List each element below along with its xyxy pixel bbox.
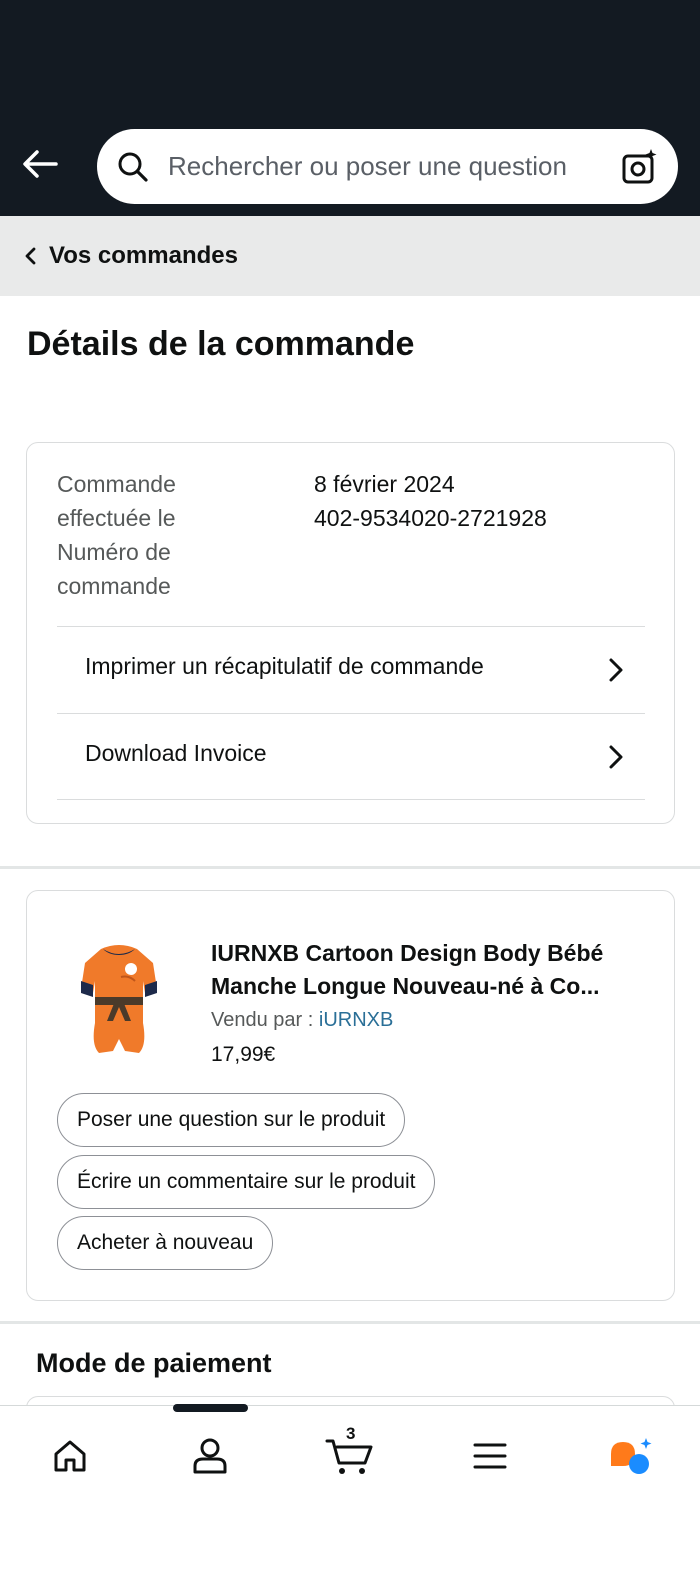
back-button[interactable]	[20, 144, 60, 184]
ask-question-button[interactable]: Poser une question sur le produit	[57, 1093, 406, 1147]
search-bar[interactable]: Rechercher ou poser une question	[97, 129, 678, 204]
nav-account[interactable]	[180, 1426, 240, 1486]
order-info-values: 8 février 2024 402-9534020-2721928	[314, 467, 547, 535]
chevron-right-icon	[609, 658, 623, 682]
breadcrumb[interactable]: Vos commandes	[0, 216, 700, 296]
chevron-left-icon	[25, 247, 36, 265]
divider	[57, 799, 645, 800]
menu-icon	[473, 1443, 507, 1469]
print-summary-label: Imprimer un récapitulatif de commande	[85, 653, 484, 679]
product-title[interactable]: IURNXB Cartoon Design Body Bébé Manche L…	[211, 937, 651, 1003]
nav-home[interactable]	[40, 1426, 100, 1486]
product-price: 17,99€	[211, 1043, 276, 1066]
section-divider	[0, 1321, 700, 1324]
product-image[interactable]	[73, 941, 165, 1059]
vendor-prefix: Vendu par :	[211, 1009, 314, 1031]
page-title: Détails de la commande	[27, 325, 415, 363]
write-review-button[interactable]: Écrire un commentaire sur le produit	[57, 1155, 436, 1209]
search-input[interactable]: Rechercher ou poser une question	[168, 151, 567, 182]
account-icon	[193, 1438, 227, 1474]
order-date: 8 février 2024	[314, 471, 455, 497]
order-summary-card: Commande effectuée le Numéro de commande…	[26, 442, 675, 824]
order-info-labels: Commande effectuée le Numéro de commande	[57, 471, 176, 599]
section-divider	[0, 866, 700, 869]
nav-menu[interactable]	[460, 1426, 520, 1486]
nav-assistant[interactable]	[600, 1426, 660, 1486]
vendor-info: Vendu par : iURNXB	[211, 1009, 393, 1032]
search-icon	[118, 152, 148, 182]
home-icon	[54, 1440, 86, 1472]
product-card: IURNXB Cartoon Design Body Bébé Manche L…	[26, 890, 675, 1301]
print-summary-link[interactable]: Imprimer un récapitulatif de commande	[57, 626, 645, 713]
order-number: 402-9534020-2721928	[314, 505, 547, 531]
cart-count-badge: 3	[346, 1424, 356, 1443]
payment-section-title: Mode de paiement	[36, 1348, 272, 1378]
vendor-link[interactable]: iURNXB	[319, 1009, 393, 1031]
breadcrumb-label[interactable]: Vos commandes	[49, 242, 238, 270]
download-invoice-label: Download Invoice	[85, 740, 267, 766]
chevron-right-icon	[609, 745, 623, 769]
buy-again-button[interactable]: Acheter à nouveau	[57, 1216, 274, 1270]
active-tab-indicator	[173, 1404, 248, 1412]
download-invoice-link[interactable]: Download Invoice	[57, 713, 645, 800]
camera-search-icon[interactable]	[620, 147, 660, 187]
back-arrow-icon	[23, 150, 58, 178]
rufus-assistant-icon	[611, 1438, 652, 1474]
